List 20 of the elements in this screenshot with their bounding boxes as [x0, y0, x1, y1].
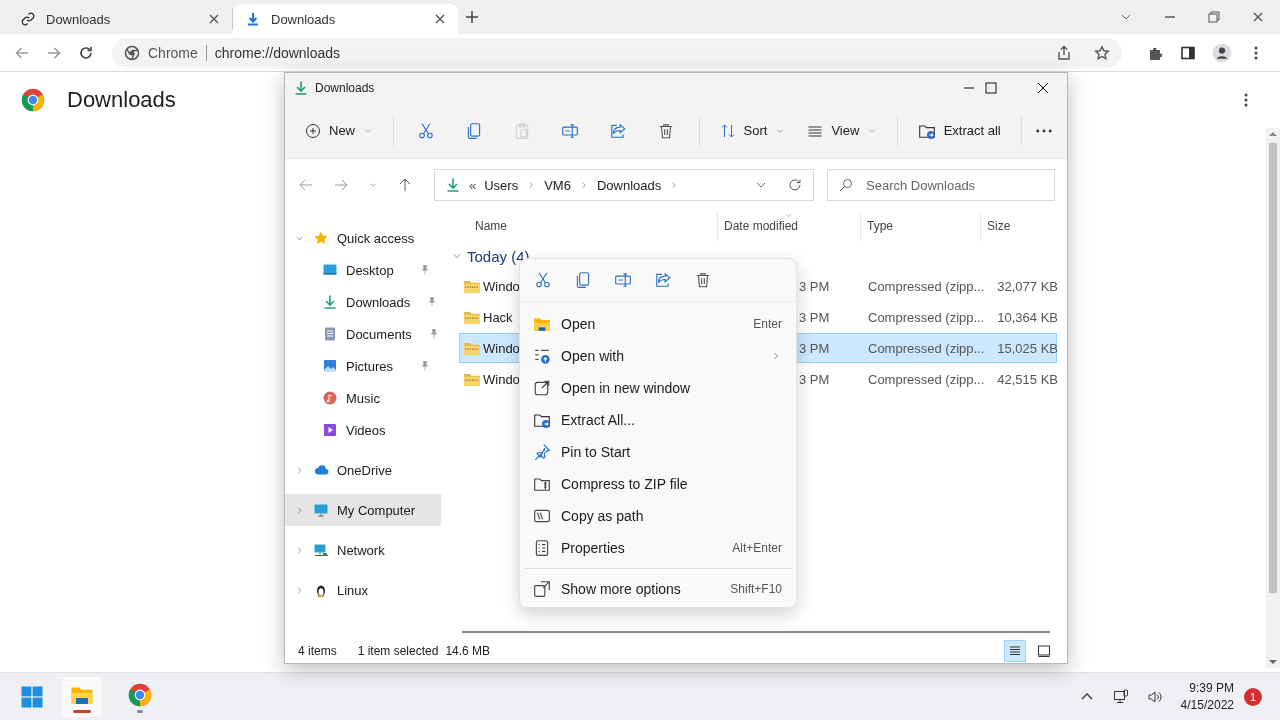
file-date: 3 PM	[799, 309, 830, 325]
file-date: 3 PM	[799, 278, 830, 294]
selection-count: 1 item selected	[357, 644, 439, 658]
file-date: 3 PM	[799, 371, 830, 387]
url-text: chrome://downloads	[214, 44, 341, 61]
page-title: Downloads	[67, 87, 176, 113]
item-count: 4 items	[298, 644, 337, 658]
file-name: Hack	[483, 309, 513, 325]
file-date: 3 PM	[799, 340, 830, 356]
shortcut-text: Enter	[753, 317, 782, 331]
file-name: Windo	[483, 371, 520, 387]
window-title: Downloads	[315, 81, 375, 95]
shortcut-text: Shift+F10	[730, 582, 782, 596]
file-name: Windo	[483, 278, 520, 294]
file-name: Windo	[483, 340, 520, 356]
shortcut-text: Alt+Enter	[732, 541, 782, 555]
clock-date: 4/15/2022	[1180, 696, 1234, 714]
site-label: Chrome	[148, 44, 207, 61]
selection-size: 14.6 MB	[445, 644, 491, 658]
clock-time: 9:39 PM	[1189, 679, 1234, 697]
